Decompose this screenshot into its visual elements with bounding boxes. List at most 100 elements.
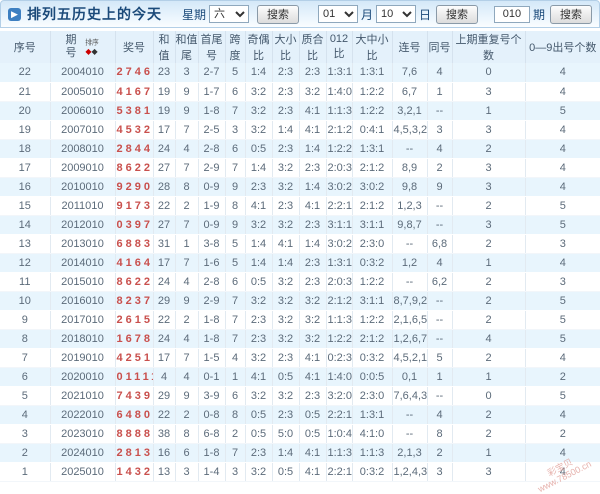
cell-sum-tail: 2 [175, 310, 198, 329]
cell-odd-even-ratio: 1:4 [245, 253, 272, 272]
cell-prev-repeat-count: 2 [452, 272, 525, 291]
cell-sum-tail: 7 [175, 348, 198, 367]
cell-odd-even-ratio: 0:5 [245, 405, 272, 424]
cell-issue: 2006010 [50, 101, 115, 120]
cell-sum: 24 [153, 139, 175, 158]
cell-index: 5 [0, 386, 50, 405]
cell-prime-composite-ratio: 4:1 [299, 196, 326, 215]
cell-big-mid-small-ratio: 0:3:2 [352, 348, 392, 367]
column-header-012-ratio: 012比 [326, 31, 352, 63]
cell-same-number: -- [427, 291, 452, 310]
cell-odd-even-ratio: 1:4 [245, 158, 272, 177]
cell-big-small-ratio: 3:2 [272, 272, 299, 291]
cell-prize: 53812 [115, 101, 153, 120]
cell-prize: 16782 [115, 329, 153, 348]
cell-prime-composite-ratio: 2:3 [299, 63, 326, 82]
cell-same-number: 1 [427, 82, 452, 101]
cell-digit-appear-count: 4 [525, 139, 600, 158]
cell-consecutive: -- [392, 272, 427, 291]
cell-digit-appear-count: 4 [525, 443, 600, 462]
cell-prime-composite-ratio: 2:3 [299, 253, 326, 272]
column-header-big-mid-small-ratio: 大中小比 [352, 31, 392, 63]
cell-consecutive: 7,6 [392, 63, 427, 82]
cell-012-ratio: 3:1:1 [326, 215, 352, 234]
cell-head-tail: 1-8 [198, 101, 225, 120]
cell-prev-repeat-count: 3 [452, 158, 525, 177]
cell-issue: 2007010 [50, 120, 115, 139]
cell-head-tail: 1-8 [198, 443, 225, 462]
cell-prev-repeat-count: 2 [452, 424, 525, 443]
cell-big-small-ratio: 2:3 [272, 405, 299, 424]
cell-consecutive: 1,2,4,3 [392, 462, 427, 481]
cell-digit-appear-count: 2 [525, 367, 600, 386]
cell-prime-composite-ratio: 0:5 [299, 405, 326, 424]
cell-index: 16 [0, 177, 50, 196]
cell-prime-composite-ratio: 4:1 [299, 348, 326, 367]
cell-big-small-ratio: 0:5 [272, 462, 299, 481]
cell-index: 17 [0, 158, 50, 177]
cell-prev-repeat-count: 3 [452, 462, 525, 481]
cell-consecutive: 4,5,2,1 [392, 348, 427, 367]
cell-012-ratio: 3:0:2 [326, 177, 352, 196]
table-row: 72019010425151771-543:22:34:10:2:30:3:24… [0, 348, 600, 367]
cell-prime-composite-ratio: 0:5 [299, 424, 326, 443]
column-header-digit-appear-count: 0—9出号个数 [525, 31, 600, 63]
cell-sum: 13 [153, 462, 175, 481]
table-row: 42022010648042220-880:52:30:52:2:11:3:1-… [0, 405, 600, 424]
issue-sort-control[interactable]: 排序◆◆ [84, 39, 100, 56]
column-header-issue[interactable]: 期号排序◆◆ [50, 31, 115, 63]
cell-012-ratio: 1:3:1 [326, 253, 352, 272]
table-row: 192007010453231772-533:21:44:12:1:20:4:1… [0, 120, 600, 139]
cell-consecutive: 0,1 [392, 367, 427, 386]
cell-prime-composite-ratio: 2:3 [299, 215, 326, 234]
cell-span: 5 [225, 253, 245, 272]
cell-prev-repeat-count: 2 [452, 139, 525, 158]
cell-issue: 2011010 [50, 196, 115, 215]
cell-big-mid-small-ratio: 2:3:0 [352, 234, 392, 253]
cell-head-tail: 1-7 [198, 82, 225, 101]
cell-issue: 2022010 [50, 405, 115, 424]
cell-odd-even-ratio: 3:2 [245, 120, 272, 139]
cell-big-small-ratio: 1:4 [272, 443, 299, 462]
column-header-big-small-ratio: 大小比 [272, 31, 299, 63]
cell-big-mid-small-ratio: 1:3:1 [352, 63, 392, 82]
cell-span: 8 [225, 196, 245, 215]
sort-diamond-icons[interactable]: ◆◆ [85, 47, 97, 56]
cell-span: 1 [225, 367, 245, 386]
table-row: 6202001001111440-114:10:54:11:4:00:0:50,… [0, 367, 600, 386]
cell-big-mid-small-ratio: 4:1:0 [352, 424, 392, 443]
month-select[interactable]: 01 [318, 5, 358, 23]
cell-index: 22 [0, 63, 50, 82]
history-table: 序号期号排序◆◆奖号和值和值尾首尾号跨度奇偶比大小比质合比012比大中小比连号同… [0, 31, 600, 482]
cell-prev-repeat-count: 1 [452, 101, 525, 120]
cell-012-ratio: 1:1:3 [326, 101, 352, 120]
month-label: 月 [361, 6, 373, 23]
column-header-same-number: 同号 [427, 31, 452, 63]
cell-sum: 22 [153, 310, 175, 329]
cell-sum-tail: 9 [175, 101, 198, 120]
cell-issue: 2005010 [50, 82, 115, 101]
cell-prime-composite-ratio: 3:2 [299, 291, 326, 310]
issue-search-button[interactable]: 搜索 [550, 5, 592, 24]
cell-odd-even-ratio: 2:3 [245, 329, 272, 348]
cell-index: 21 [0, 82, 50, 101]
cell-big-mid-small-ratio: 1:3:1 [352, 139, 392, 158]
cell-span: 7 [225, 101, 245, 120]
week-select[interactable]: 六 [209, 5, 249, 23]
cell-big-mid-small-ratio: 1:1:3 [352, 443, 392, 462]
date-search-button[interactable]: 搜索 [436, 5, 478, 24]
cell-big-small-ratio: 3:2 [272, 177, 299, 196]
issue-input[interactable] [494, 6, 530, 23]
history-table-body: 222004010274642332-751:42:32:31:3:11:3:1… [0, 63, 600, 481]
cell-prize: 86229 [115, 158, 153, 177]
week-search-button[interactable]: 搜索 [257, 5, 299, 24]
cell-index: 11 [0, 272, 50, 291]
day-select[interactable]: 10 [376, 5, 416, 23]
table-row: 182008010284462442-860:52:31:41:2:21:3:1… [0, 139, 600, 158]
cell-index: 15 [0, 196, 50, 215]
column-header-issue-label: 期号 [66, 34, 77, 60]
cell-sum-tail: 7 [175, 215, 198, 234]
cell-012-ratio: 3:0:2 [326, 234, 352, 253]
cell-sum-tail: 4 [175, 367, 198, 386]
cell-span: 4 [225, 348, 245, 367]
